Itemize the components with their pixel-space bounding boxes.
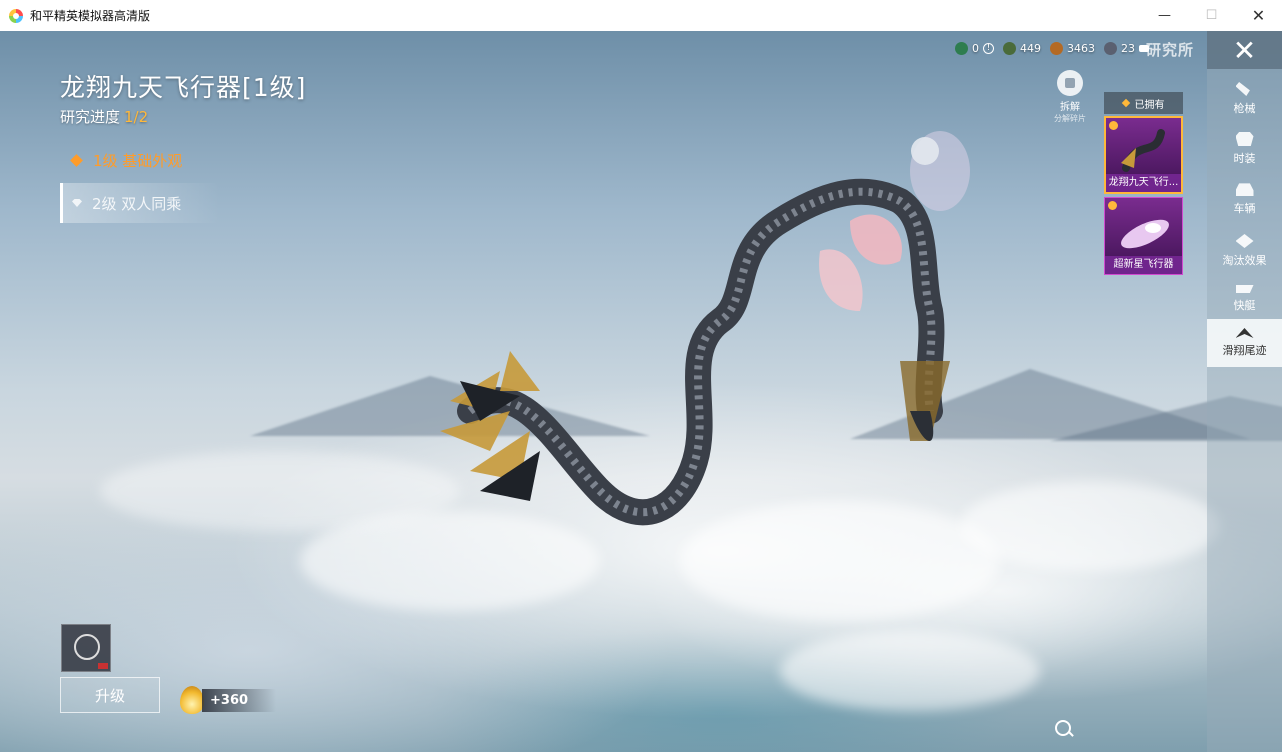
close-icon[interactable]: ✕	[1207, 31, 1282, 69]
disassemble-label: 拆解	[1060, 102, 1080, 113]
window-controls: — ☐ ✕	[1141, 0, 1282, 31]
research-progress: 研究进度 1/2	[60, 106, 148, 127]
progress-value: 1/2	[124, 108, 149, 126]
owned-label: 已拥有	[1134, 99, 1165, 111]
owned-filter[interactable]: 已拥有	[1104, 92, 1183, 114]
disassemble-sub-label: 分解碎片	[1054, 114, 1086, 123]
card-name: 超新星飞行器	[1105, 256, 1182, 274]
currency-value: 0	[972, 41, 979, 55]
outfit-icon	[1235, 132, 1254, 146]
sidebar-item-glider-trail[interactable]: 滑翔尾迹	[1207, 319, 1282, 367]
sidebar-item-label: 枪械	[1233, 102, 1256, 115]
material-icon	[74, 634, 100, 660]
info-icon[interactable]: !	[983, 42, 994, 54]
glider-card-supernova[interactable]: 超新星飞行器	[1104, 197, 1183, 275]
level-2-entry[interactable]: 2级 双人同乘	[60, 183, 220, 223]
currency-value: 449	[1020, 41, 1041, 55]
cloud	[100, 451, 460, 531]
reward-indicator: +360	[180, 686, 277, 714]
sidebar-item-vehicles[interactable]: 车辆	[1207, 175, 1282, 223]
upgrade-button[interactable]: 升级	[60, 677, 160, 713]
reward-value: +360	[202, 688, 277, 712]
zoom-in-icon[interactable]	[1055, 720, 1071, 736]
glider-card-dragon[interactable]: 龙翔九天飞行...	[1104, 116, 1183, 194]
bronze-coin-icon	[1050, 41, 1063, 55]
car-icon	[1235, 183, 1254, 196]
diamond-icon	[1121, 98, 1130, 108]
sidebar-item-outfit[interactable]: 时装	[1207, 125, 1282, 173]
dragon-glider-model[interactable]	[430, 111, 1030, 551]
diamond-icon	[70, 153, 83, 167]
quality-badge-icon	[1108, 201, 1117, 210]
flame-icon	[180, 686, 204, 714]
material-badge	[98, 663, 108, 669]
sidebar-item-speedboat[interactable]: 快艇	[1207, 275, 1282, 323]
speedboat-icon	[1235, 285, 1254, 293]
research-institute-link[interactable]: 研究所	[1146, 39, 1194, 60]
sidebar-item-label: 车辆	[1233, 202, 1256, 215]
app-logo-icon	[9, 8, 23, 23]
currency-value: 23	[1121, 41, 1135, 55]
green-emblem-icon	[955, 41, 968, 55]
research-token-icon	[1104, 41, 1117, 55]
title-bar: 和平精英模拟器高清版 — ☐ ✕	[0, 0, 1282, 32]
disassemble-button[interactable]: 拆解 分解碎片	[1048, 70, 1092, 124]
elimination-effect-icon	[1235, 234, 1254, 248]
emulator-window: 和平精英模拟器高清版 — ☐ ✕ 龙翔九天飞行器[1级] 研究进度 1/2 1级…	[0, 0, 1282, 752]
currency-value: 3463	[1067, 41, 1095, 55]
green-gem-icon	[1003, 41, 1016, 55]
game-viewport: 龙翔九天飞行器[1级] 研究进度 1/2 1级 基础外观 2级 双人同乘 0 ! …	[0, 31, 1282, 752]
level-2-label: 2级 双人同乘	[92, 194, 182, 213]
sidebar-item-label: 快艇	[1233, 299, 1256, 312]
minimize-button[interactable]: —	[1141, 0, 1188, 31]
cloud	[780, 631, 1040, 711]
level-1-entry[interactable]: 1级 基础外观	[60, 145, 182, 175]
gem-icon	[72, 199, 82, 207]
upgrade-material-thumbnail[interactable]	[61, 624, 111, 672]
level-1-label: 1级 基础外观	[93, 151, 183, 170]
sidebar-item-guns[interactable]: 枪械	[1207, 75, 1282, 123]
currency-bar: 0 ! 449 3463 23	[955, 38, 1149, 58]
maximize-button[interactable]: ☐	[1188, 0, 1235, 31]
item-title: 龙翔九天飞行器[1级]	[60, 73, 307, 102]
sidebar-item-label: 时装	[1233, 152, 1256, 165]
quality-badge-icon	[1109, 121, 1118, 130]
glider-trail-icon	[1235, 328, 1254, 338]
puzzle-icon	[1057, 70, 1083, 96]
window-title: 和平精英模拟器高清版	[30, 9, 151, 23]
gun-icon	[1235, 82, 1250, 96]
card-name: 龙翔九天飞行...	[1106, 174, 1181, 192]
sidebar-item-label: 滑翔尾迹	[1222, 344, 1267, 357]
sidebar-item-elimination-effect[interactable]: 淘汰效果	[1207, 227, 1282, 275]
progress-label: 研究进度	[60, 108, 121, 126]
close-window-button[interactable]: ✕	[1235, 0, 1282, 31]
sidebar-item-label: 淘汰效果	[1222, 254, 1267, 267]
